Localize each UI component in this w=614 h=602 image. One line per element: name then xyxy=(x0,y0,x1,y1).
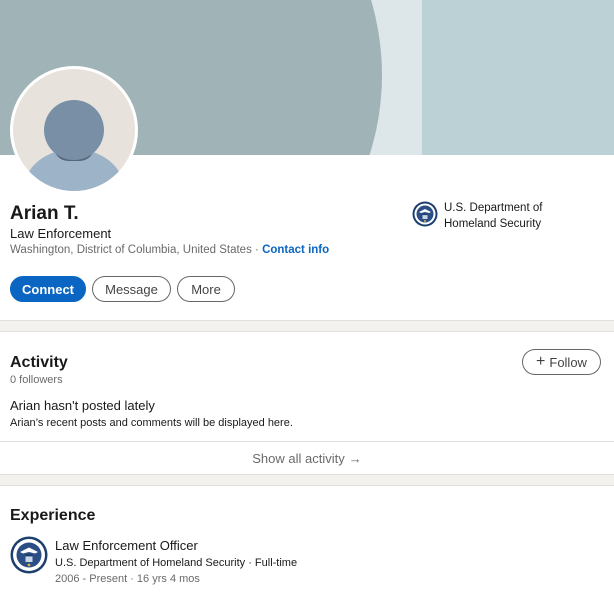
profile-location-line: Washington, District of Columbia, United… xyxy=(10,244,329,256)
follow-button[interactable]: + Follow xyxy=(522,349,601,375)
section-gap xyxy=(0,474,614,486)
current-organization-name: U.S. Department of Homeland Security xyxy=(444,202,543,230)
dhs-seal-icon xyxy=(412,201,438,227)
profile-name: Arian T. xyxy=(10,203,79,224)
followers-count: 0 followers xyxy=(10,374,63,386)
banner-block xyxy=(422,0,614,155)
contact-info-link[interactable]: Contact info xyxy=(262,244,329,256)
avatar-head-shape xyxy=(44,100,104,160)
follow-button-label: Follow xyxy=(549,354,587,370)
activity-empty-subtitle: Arian’s recent posts and comments will b… xyxy=(10,417,293,429)
experience-role[interactable]: Law Enforcement Officer xyxy=(55,538,198,553)
connect-button[interactable]: Connect xyxy=(10,276,86,302)
section-gap xyxy=(0,320,614,332)
arrow-right-icon: → xyxy=(348,450,362,466)
profile-actions: Connect Message More xyxy=(10,276,235,302)
activity-empty-title: Arian hasn't posted lately xyxy=(10,398,155,413)
plus-icon: + xyxy=(536,353,546,370)
activity-title: Activity xyxy=(10,354,68,371)
experience-company: U.S. Department of Homeland Security · F… xyxy=(55,557,298,569)
profile-avatar[interactable] xyxy=(10,66,138,194)
experience-dates: 2006 - Present · 16 yrs 4 mos xyxy=(55,573,200,585)
profile-location: Washington, District of Columbia, United… xyxy=(10,244,252,256)
location-separator: · xyxy=(251,244,263,256)
dhs-seal-icon[interactable] xyxy=(10,536,48,574)
experience-title: Experience xyxy=(10,507,96,524)
current-organization[interactable]: U.S. Department of Homeland Security xyxy=(412,200,564,232)
show-all-activity-button[interactable]: Show all activity → xyxy=(0,442,614,474)
more-button[interactable]: More xyxy=(177,276,235,302)
profile-headline: Law Enforcement xyxy=(10,226,112,241)
message-button[interactable]: Message xyxy=(92,276,171,302)
show-all-activity-label: Show all activity xyxy=(252,450,345,466)
